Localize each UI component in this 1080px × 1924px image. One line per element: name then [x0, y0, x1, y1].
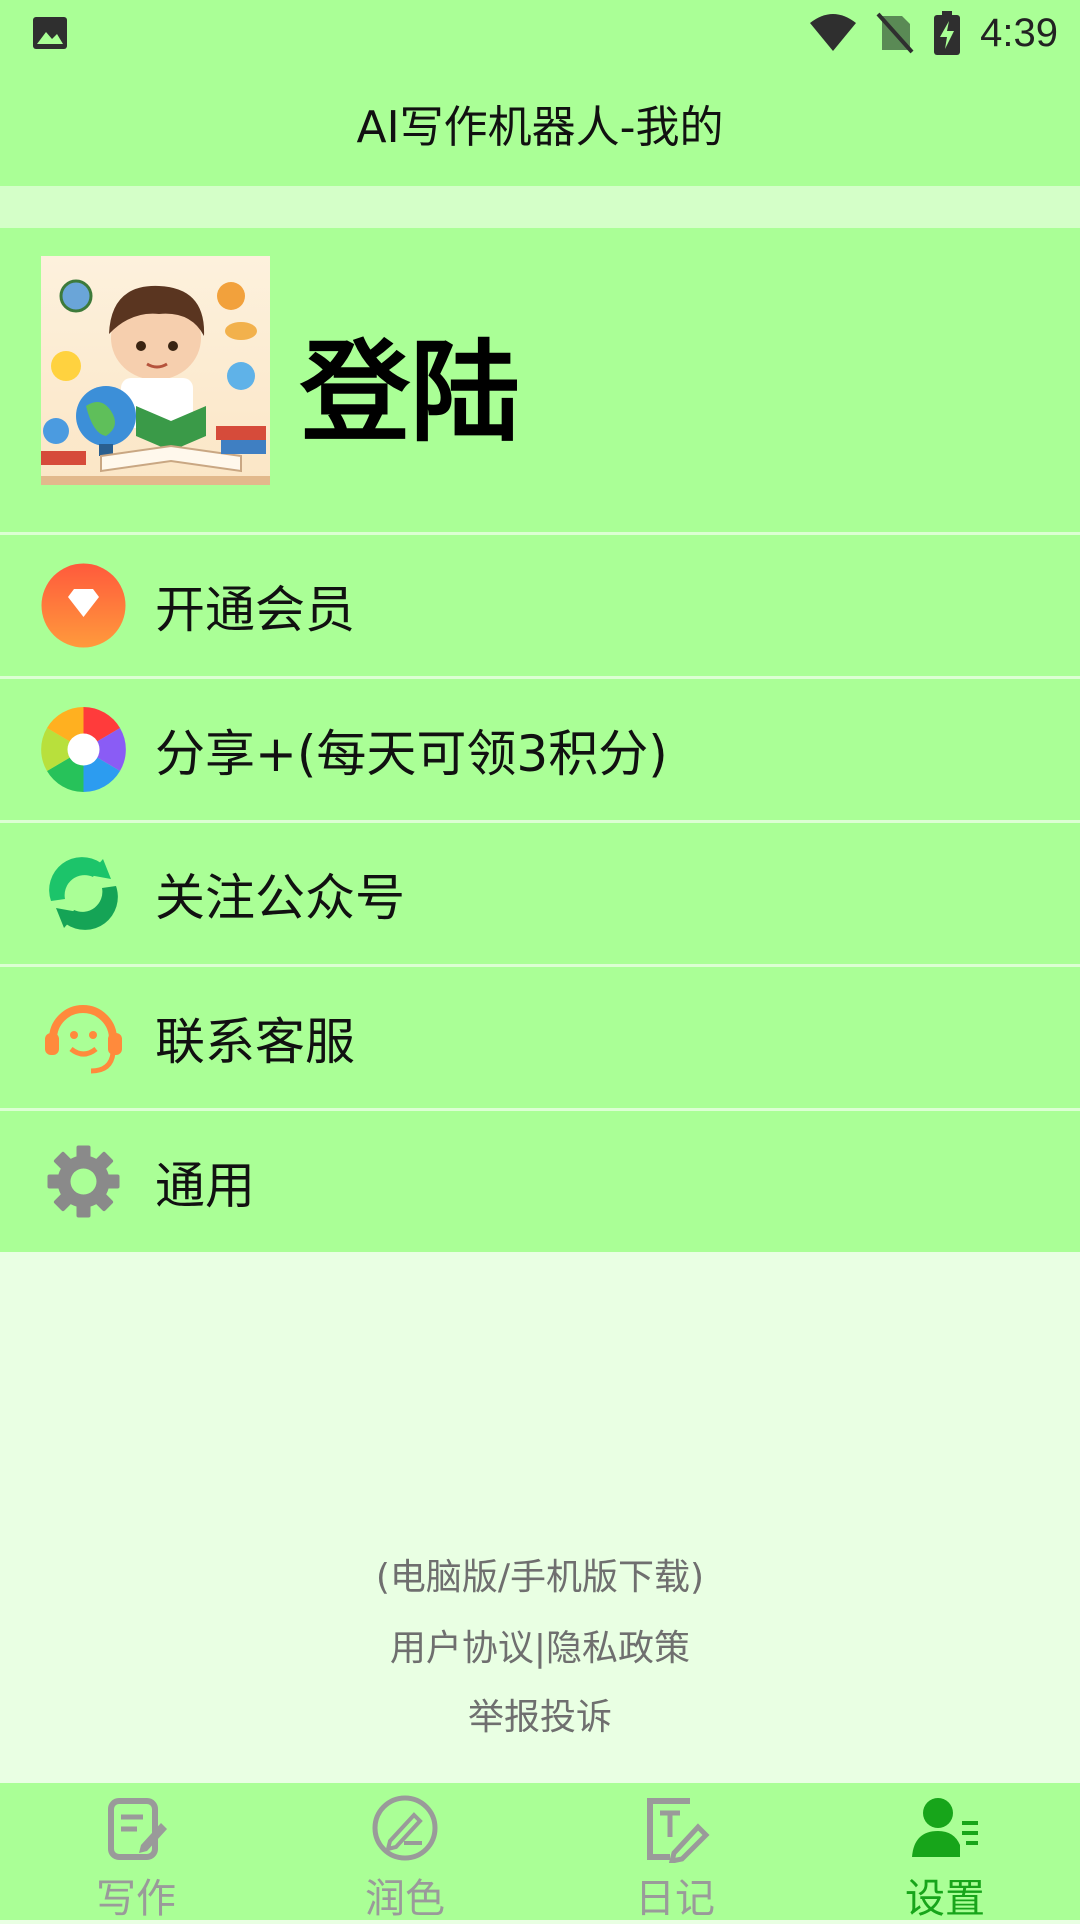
status-bar: 4:39 — [0, 0, 1080, 66]
report-link[interactable]: 举报投诉 — [0, 1688, 1080, 1740]
menu-label: 分享+(每天可领3积分) — [155, 724, 668, 783]
menu-item-general[interactable]: 通用 — [0, 1108, 1080, 1252]
diamond-icon — [41, 563, 126, 648]
share-aperture-icon — [41, 707, 126, 792]
tab-diary[interactable]: 日记 — [575, 1783, 775, 1922]
battery-icon — [934, 11, 961, 55]
menu-label: 关注公众号 — [155, 868, 405, 927]
profile-card[interactable]: 登陆 — [0, 228, 1080, 532]
write-icon — [108, 1798, 167, 1860]
tab-polish[interactable]: 润色 — [305, 1783, 505, 1922]
menu-item-vip[interactable]: 开通会员 — [0, 532, 1080, 676]
gallery-icon — [33, 17, 67, 49]
customer-service-icon — [45, 1005, 122, 1074]
agreement-privacy-link[interactable]: 用户协议|隐私政策 — [0, 1619, 1080, 1671]
menu-item-follow[interactable]: 关注公众号 — [0, 820, 1080, 964]
polish-icon — [372, 1795, 438, 1861]
avatar[interactable] — [41, 256, 270, 485]
menu-item-support[interactable]: 联系客服 — [0, 964, 1080, 1108]
clock: 4:39 — [980, 10, 1058, 55]
menu-list: 开通会员 分享+(每天可领3积分) 关注公众号 联系客服 通用 — [0, 532, 1080, 1252]
menu-label: 联系客服 — [155, 1012, 355, 1071]
bottom-tab-bar: 写作 润色 日记 设置 — [0, 1783, 1080, 1922]
menu-label: 开通会员 — [155, 580, 355, 639]
tab-label: 日记 — [635, 1876, 715, 1922]
no-sim-icon — [876, 12, 914, 54]
user-settings-icon — [912, 1798, 978, 1857]
tab-label: 润色 — [365, 1876, 445, 1922]
menu-label: 通用 — [155, 1156, 255, 1215]
divider-band — [0, 186, 1080, 228]
avatar-illustration — [41, 279, 270, 485]
tab-settings[interactable]: 设置 — [845, 1783, 1045, 1922]
login-label[interactable]: 登陆 — [300, 303, 520, 463]
page-title: AI写作机器人-我的 — [356, 102, 724, 153]
official-account-icon — [49, 857, 118, 930]
tab-write[interactable]: 写作 — [36, 1783, 236, 1922]
diary-icon — [647, 1798, 710, 1863]
wifi-icon — [810, 14, 857, 51]
gear-icon — [47, 1145, 120, 1218]
download-link[interactable]: (电脑版/手机版下载) — [0, 1548, 1080, 1600]
tab-label: 设置 — [905, 1876, 985, 1922]
app-header: AI写作机器人-我的 — [0, 66, 1080, 186]
menu-item-share[interactable]: 分享+(每天可领3积分) — [0, 676, 1080, 820]
tab-label: 写作 — [96, 1876, 176, 1922]
